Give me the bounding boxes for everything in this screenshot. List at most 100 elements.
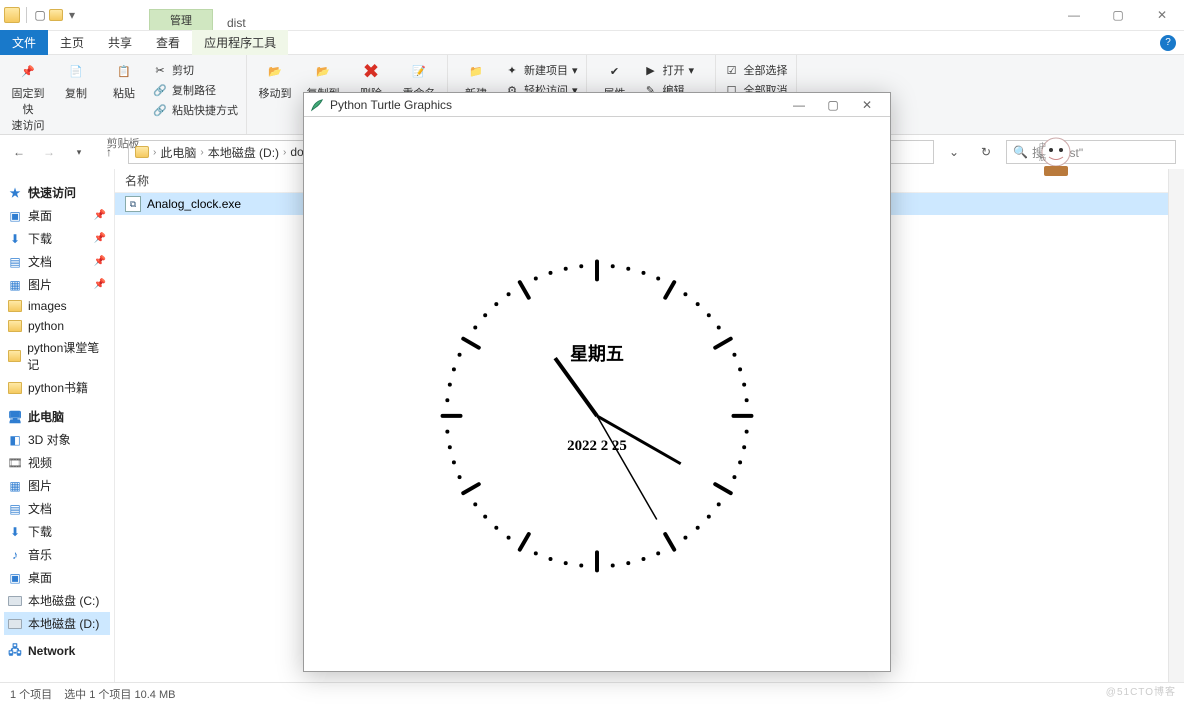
video-icon: 🎞 — [8, 456, 22, 470]
tab-home[interactable]: 主页 — [48, 30, 96, 55]
nav-drive-d[interactable]: 本地磁盘 (D:) — [4, 612, 110, 635]
file-name: Analog_clock.exe — [147, 197, 241, 211]
nav-pictures2[interactable]: ▦图片 — [4, 474, 110, 497]
folder-icon — [8, 382, 22, 394]
pictures-icon: ▦ — [8, 479, 22, 493]
paste-shortcut-icon: 🔗 — [152, 102, 168, 118]
copy-button[interactable]: 📄复制 — [54, 57, 98, 103]
address-dropdown[interactable]: ⌄ — [942, 140, 966, 164]
pin-icon: 📌 — [94, 256, 106, 267]
download-icon: ⬇ — [8, 232, 22, 246]
turtle-close-button[interactable]: ✕ — [850, 94, 884, 116]
nav-downloads[interactable]: ⬇下载📌 — [4, 227, 110, 250]
copy-to-icon: 📂 — [311, 59, 335, 83]
nav-documents[interactable]: ▤文档📌 — [4, 250, 110, 273]
3d-icon: ◧ — [8, 433, 22, 447]
qat-save-icon[interactable]: ▢ — [33, 8, 47, 22]
tab-app-tools[interactable]: 应用程序工具 — [192, 30, 288, 55]
pin-icon: 📌 — [94, 233, 106, 244]
nav-network[interactable]: 🖧Network — [4, 641, 110, 661]
paste-shortcut-button[interactable]: 🔗粘贴快捷方式 — [150, 101, 240, 119]
new-item-icon: ✦ — [504, 62, 520, 78]
turtle-titlebar[interactable]: Python Turtle Graphics — ▢ ✕ — [304, 93, 890, 117]
nav-desktop2[interactable]: ▣桌面 — [4, 566, 110, 589]
tab-file[interactable]: 文件 — [0, 30, 48, 55]
status-item-count: 1 个项目 — [10, 686, 52, 702]
move-to-button[interactable]: 📂移动到 — [253, 57, 297, 103]
paste-button[interactable]: 📋粘贴 — [102, 57, 146, 103]
desktop-icon: ▣ — [8, 571, 22, 585]
nav-images[interactable]: images — [4, 296, 110, 316]
ribbon-tab-strip: 文件 主页 共享 查看 应用程序工具 ? — [0, 31, 1184, 55]
turtle-window[interactable]: Python Turtle Graphics — ▢ ✕ 星期五 2022 2 … — [303, 92, 891, 672]
pin-icon: 📌 — [16, 59, 40, 83]
tab-share[interactable]: 共享 — [96, 30, 144, 55]
qat-dropdown-icon[interactable]: ▾ — [65, 8, 79, 22]
up-button[interactable]: ↑ — [98, 141, 120, 163]
nav-python[interactable]: python — [4, 316, 110, 336]
nav-music[interactable]: ♪音乐 — [4, 543, 110, 566]
pin-quick-access-button[interactable]: 📌固定到快 速访问 — [6, 57, 50, 135]
documents-icon: ▤ — [8, 255, 22, 269]
desktop-icon: ▣ — [8, 209, 22, 223]
pictures-icon: ▦ — [8, 278, 22, 292]
breadcrumb-icon — [135, 146, 149, 158]
nav-this-pc[interactable]: 🖥此电脑 — [4, 405, 110, 428]
back-button[interactable]: ← — [8, 141, 30, 163]
nav-pane[interactable]: ★快速访问 ▣桌面📌 ⬇下载📌 ▤文档📌 ▦图片📌 images python … — [0, 169, 115, 682]
crumb-this-pc[interactable]: 此电脑 — [160, 144, 196, 161]
minimize-button[interactable]: — — [1052, 1, 1096, 29]
nav-pictures[interactable]: ▦图片📌 — [4, 273, 110, 296]
window-titlebar: ▢ ▾ 管理 dist — ▢ ✕ — [0, 0, 1184, 31]
chevron-right-icon: › — [283, 147, 286, 158]
window-title: dist — [213, 16, 260, 30]
nav-quick-access[interactable]: ★快速访问 — [4, 181, 110, 204]
copy-icon: 📄 — [64, 59, 88, 83]
contextual-tab[interactable]: 管理 — [149, 9, 213, 30]
nav-drive-c[interactable]: 本地磁盘 (C:) — [4, 589, 110, 612]
select-all-button[interactable]: ☑全部选择 — [722, 61, 790, 79]
nav-documents2[interactable]: ▤文档 — [4, 497, 110, 520]
nav-downloads2[interactable]: ⬇下载 — [4, 520, 110, 543]
copy-path-button[interactable]: 🔗复制路径 — [150, 81, 240, 99]
network-icon: 🖧 — [8, 644, 22, 658]
nav-python-books[interactable]: python书籍 — [4, 376, 110, 399]
open-icon: ▶ — [643, 62, 659, 78]
move-to-icon: 📂 — [263, 59, 287, 83]
nav-python-notes[interactable]: python课堂笔记 — [4, 336, 110, 376]
turtle-title: Python Turtle Graphics — [330, 98, 452, 112]
crumb-drive-d[interactable]: 本地磁盘 (D:) — [208, 144, 279, 161]
watermark: @51CTO博客 — [1106, 683, 1176, 698]
select-all-icon: ☑ — [724, 62, 740, 78]
nav-3d-objects[interactable]: ◧3D 对象 — [4, 428, 110, 451]
help-button[interactable]: ? — [1160, 35, 1176, 51]
refresh-button[interactable]: ↻ — [974, 140, 998, 164]
clock-weekday: 星期五 — [570, 344, 624, 364]
close-button[interactable]: ✕ — [1140, 1, 1184, 29]
open-button[interactable]: ▶打开 ▾ — [641, 61, 709, 79]
folder-icon — [8, 320, 22, 332]
folder-icon — [8, 300, 22, 312]
cut-button[interactable]: ✂剪切 — [150, 61, 240, 79]
mascot-image: 中筋 — [1029, 130, 1084, 185]
maximize-button[interactable]: ▢ — [1096, 1, 1140, 29]
music-icon: ♪ — [8, 548, 22, 562]
turtle-minimize-button[interactable]: — — [782, 94, 816, 116]
qat-folder-icon[interactable] — [49, 9, 63, 21]
nav-videos[interactable]: 🎞视频 — [4, 451, 110, 474]
chevron-right-icon: › — [153, 147, 156, 158]
scrollbar[interactable] — [1168, 169, 1184, 682]
new-item-button[interactable]: ✦新建项目 ▾ — [502, 61, 580, 79]
star-icon: ★ — [8, 186, 22, 200]
pin-icon: 📌 — [94, 210, 106, 221]
turtle-maximize-button[interactable]: ▢ — [816, 94, 850, 116]
tab-view[interactable]: 查看 — [144, 30, 192, 55]
nav-desktop[interactable]: ▣桌面📌 — [4, 204, 110, 227]
chevron-right-icon: › — [200, 147, 203, 158]
forward-button[interactable]: → — [38, 141, 60, 163]
drive-icon — [8, 596, 22, 606]
svg-text:筋: 筋 — [1039, 153, 1046, 162]
recent-dropdown[interactable]: ▾ — [68, 141, 90, 163]
clock-date: 2022 2 25 — [567, 438, 627, 454]
chevron-down-icon: ▾ — [572, 64, 578, 77]
